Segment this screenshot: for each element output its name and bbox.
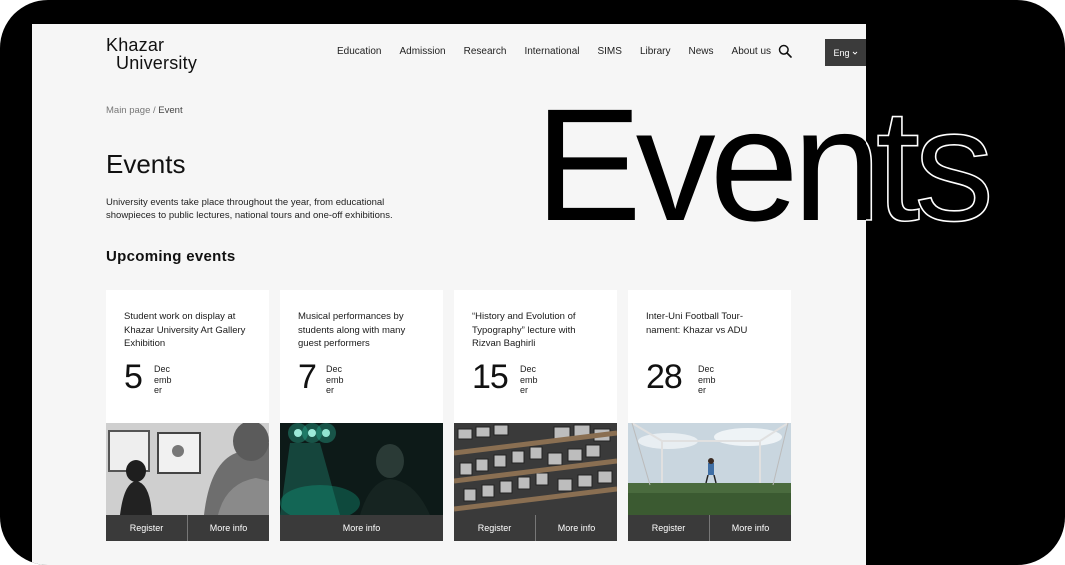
nav-item-education[interactable]: Education xyxy=(337,46,381,57)
event-card[interactable]: Musical performances by students along w… xyxy=(280,290,443,541)
event-title: Inter-Uni Football Tour-nament: Khazar v… xyxy=(646,311,748,336)
nav-item-about-us[interactable]: About us xyxy=(732,46,771,57)
register-button[interactable]: Register xyxy=(106,515,187,541)
more-info-button[interactable]: More info xyxy=(535,515,617,541)
breadcrumb: Main page / Event xyxy=(106,105,183,116)
more-info-button[interactable]: More info xyxy=(187,515,269,541)
event-title: “History and Evolution of Typography” le… xyxy=(472,311,576,349)
typography-photo xyxy=(454,423,617,515)
event-card[interactable]: Student work on display at Khazar Univer… xyxy=(106,290,269,541)
event-month: December xyxy=(154,364,172,395)
football-photo xyxy=(628,423,791,515)
chevron-down-icon xyxy=(852,51,857,55)
event-month: December xyxy=(520,364,538,395)
concert-photo xyxy=(280,423,443,515)
event-card[interactable]: Inter-Uni Football Tour-nament: Khazar v… xyxy=(628,290,791,541)
nav-item-library[interactable]: Library xyxy=(640,46,671,57)
event-day: 28 xyxy=(646,358,683,396)
event-actions: Register More info xyxy=(454,515,617,541)
nav-item-international[interactable]: International xyxy=(524,46,579,57)
event-day: 5 xyxy=(124,358,143,396)
nav-item-news[interactable]: News xyxy=(689,46,714,57)
more-info-button[interactable]: More info xyxy=(280,515,443,541)
event-actions: Register More info xyxy=(106,515,269,541)
section-title: Upcoming events xyxy=(106,248,236,265)
register-button[interactable]: Register xyxy=(628,515,709,541)
page-title: Events xyxy=(106,149,186,179)
event-title: Student work on display at Khazar Univer… xyxy=(124,311,246,349)
search-icon[interactable] xyxy=(778,44,792,58)
event-month: December xyxy=(698,364,716,395)
site-logo[interactable]: Khazar University xyxy=(106,36,197,72)
nav-item-research[interactable]: Research xyxy=(464,46,507,57)
event-actions: Register More info xyxy=(628,515,791,541)
language-selector[interactable]: Eng xyxy=(825,39,866,66)
event-title: Musical performances by students along w… xyxy=(298,311,406,349)
main-nav: Education Admission Research Internation… xyxy=(337,46,789,57)
logo-line-2: University xyxy=(116,53,198,73)
language-label: Eng xyxy=(833,47,850,58)
events-hero-wordmark: Events Events xyxy=(535,80,996,240)
device-frame: Khazar University Education Admission Re… xyxy=(0,0,1065,565)
logo-line-1: Khazar xyxy=(106,35,165,55)
event-cards: Student work on display at Khazar Univer… xyxy=(106,290,791,541)
event-month: December xyxy=(326,364,344,395)
breadcrumb-home[interactable]: Main page xyxy=(106,105,150,116)
more-info-button[interactable]: More info xyxy=(709,515,791,541)
event-day: 7 xyxy=(298,358,317,396)
event-day: 15 xyxy=(472,358,509,396)
gallery-photo xyxy=(106,423,269,515)
page-intro: University events take place throughout … xyxy=(106,197,393,221)
nav-item-admission[interactable]: Admission xyxy=(399,46,445,57)
breadcrumb-current: Event xyxy=(158,105,183,116)
nav-item-sims[interactable]: SIMS xyxy=(597,46,621,57)
event-actions: More info xyxy=(280,515,443,541)
register-button[interactable]: Register xyxy=(454,515,535,541)
event-card[interactable]: “History and Evolution of Typography” le… xyxy=(454,290,617,541)
